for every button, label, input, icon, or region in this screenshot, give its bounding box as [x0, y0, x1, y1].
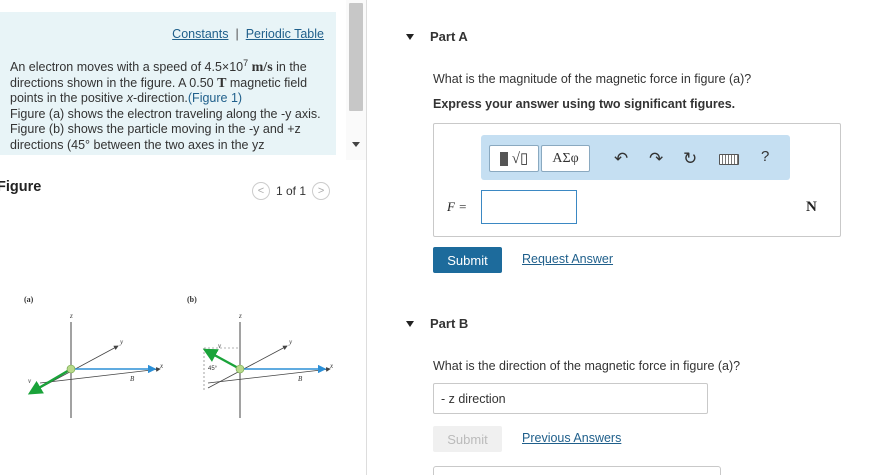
reset-icon[interactable]: ↻ — [683, 149, 697, 169]
scroll-thumb[interactable] — [349, 3, 363, 111]
part-a-question: What is the magnitude of the magnetic fo… — [433, 72, 752, 86]
speed-unit: m/s — [251, 60, 273, 76]
fig-label-b: (b) — [187, 295, 197, 304]
problem-p2: Figure (a) shows the electron traveling … — [10, 106, 321, 152]
math-toolbar: √▯ ΑΣφ ↶ ↷ ↻ ? — [481, 135, 790, 180]
keyboard-icon[interactable] — [719, 154, 739, 165]
part-b-submit-button[interactable]: Submit — [433, 426, 502, 452]
fig-a-v-label: v — [28, 377, 32, 385]
fig-a-x-label: x — [159, 362, 164, 370]
scroll-down-arrow[interactable] — [352, 142, 360, 147]
resource-links: Constants | Periodic Table — [172, 27, 324, 41]
problem-p1: An electron moves with a speed of 4.5×10 — [10, 60, 244, 75]
answer-box: √▯ ΑΣφ ↶ ↷ ↻ ? F = N — [433, 123, 841, 237]
force-variable-text: F = — [447, 199, 467, 214]
fig-a-v-vector — [27, 367, 72, 395]
figure-link[interactable]: (Figure 1) — [188, 91, 242, 105]
direction-select[interactable]: - z direction — [433, 383, 708, 414]
request-answer-link[interactable]: Request Answer — [522, 252, 613, 266]
part-a-header[interactable]: Part A — [406, 29, 468, 44]
part-a-title: Part A — [430, 29, 468, 44]
greek-button[interactable]: ΑΣφ — [541, 145, 590, 172]
fig-b-x-label: x — [329, 362, 334, 370]
fig-b-x-axis — [207, 367, 331, 384]
redo-icon[interactable]: ↷ — [649, 149, 663, 169]
figure-image: (a) z y x B v (b) z y x B v 45° — [24, 295, 334, 418]
periodic-table-link[interactable]: Periodic Table — [246, 27, 324, 41]
pager-text: 1 of 1 — [276, 184, 307, 198]
panel-divider — [366, 0, 367, 475]
problem-text: An electron moves with a speed of 4.5×10… — [10, 56, 330, 153]
previous-answers-link[interactable]: Previous Answers — [522, 431, 621, 445]
template-square-icon — [499, 151, 508, 166]
problem-statement: Constants | Periodic Table An electron mov… — [0, 12, 336, 155]
fig-b-electron — [235, 364, 245, 374]
fig-b-angle-label: 45° — [208, 366, 218, 372]
prev-figure-button[interactable]: < — [252, 182, 270, 200]
unit-label: N — [806, 199, 817, 215]
collapse-triangle-icon[interactable] — [406, 33, 414, 40]
exponent: 7 — [243, 58, 249, 68]
fig-b-y-axis — [207, 345, 288, 389]
fig-b-v-label: v — [218, 342, 222, 350]
feedback-box — [433, 466, 721, 475]
page: Constants | Periodic Table An electron mov… — [0, 0, 876, 475]
fig-label-a: (a) — [24, 295, 34, 304]
link-separator: | — [235, 27, 239, 41]
problem-p1d: -direction. — [133, 91, 188, 106]
force-variable-label: F = — [447, 199, 467, 215]
fig-a-electron — [66, 364, 76, 374]
part-a-instruction: Express your answer using two significan… — [433, 97, 736, 111]
figure-heading: Figure — [0, 179, 42, 195]
collapse-triangle-icon[interactable] — [406, 320, 414, 327]
scrollbar[interactable] — [346, 0, 366, 160]
part-b-title: Part B — [430, 316, 469, 331]
answer-input[interactable] — [481, 190, 577, 224]
undo-icon[interactable]: ↶ — [614, 149, 628, 169]
part-a-submit-button[interactable]: Submit — [433, 247, 502, 273]
fig-b-b-label: B — [298, 375, 303, 383]
fig-b-y-label: y — [288, 338, 293, 346]
part-b-header[interactable]: Part B — [406, 316, 468, 331]
constants-link[interactable]: Constants — [172, 27, 228, 41]
sqrt-icon: √▯ — [511, 151, 529, 167]
fig-b-z-label: z — [238, 312, 242, 320]
fig-a-b-label: B — [130, 375, 135, 383]
fig-a-z-label: z — [69, 312, 73, 320]
help-button[interactable]: ? — [761, 148, 769, 165]
figure-pager: < 1 of 1 > — [252, 182, 331, 200]
templates-button[interactable]: √▯ — [489, 145, 539, 172]
part-b-question: What is the direction of the magnetic fo… — [433, 359, 741, 373]
fig-a-y-label: y — [119, 338, 124, 346]
next-figure-button[interactable]: > — [312, 182, 331, 200]
